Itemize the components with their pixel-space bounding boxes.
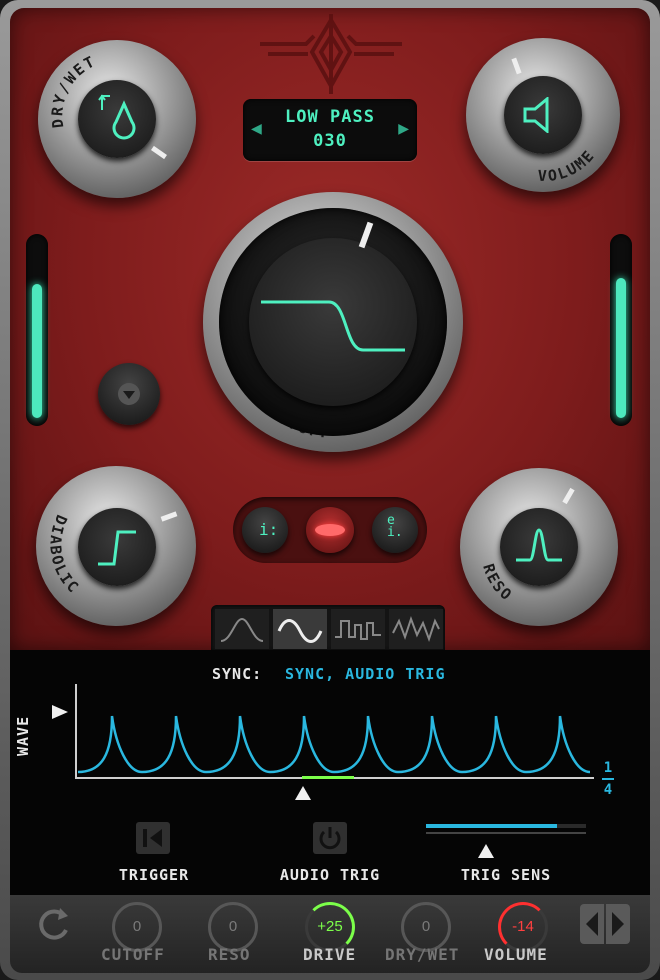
triangle-down-icon	[118, 383, 140, 405]
mode-left-button[interactable]: i:	[242, 507, 288, 553]
step-curve-icon	[98, 530, 136, 566]
logo-icon	[260, 14, 402, 94]
mode-center-button[interactable]	[306, 507, 354, 553]
wave-tab-noise[interactable]	[389, 609, 443, 649]
macro-label-dry-wet: DRY/WET	[385, 945, 460, 964]
preset-name: LOW PASS	[285, 107, 375, 127]
diabolic-knob[interactable]: DIABOLIC	[36, 466, 196, 626]
trig-sens-fill	[426, 824, 558, 828]
sine-wave-icon	[277, 619, 323, 643]
power-icon	[319, 827, 341, 850]
macro-value-cutoff: 0	[132, 918, 142, 935]
square-wave-icon	[335, 620, 381, 640]
dry-wet-drop-icon	[98, 94, 136, 140]
audio-trig-button[interactable]	[313, 822, 347, 854]
prev-icon	[586, 912, 598, 936]
mode-right-button[interactable]: e i.	[372, 507, 418, 553]
macro-value-volume: -14	[512, 918, 534, 935]
trigger-icon	[143, 829, 162, 847]
triangle-wave-icon	[220, 617, 264, 642]
rate-numerator: 1	[603, 760, 613, 776]
svg-text:DIABOLIC: DIABOLIC	[46, 512, 83, 597]
menu-dropdown-button[interactable]	[98, 363, 160, 425]
rate-fraction[interactable]: 1 4	[600, 758, 616, 800]
trig-sens-slider[interactable]	[426, 824, 586, 836]
preset-number: 030	[313, 131, 347, 151]
next-page-button[interactable]	[606, 904, 630, 944]
preset-display[interactable]: ◀ ▶ LOW PASS 030	[243, 99, 417, 161]
right-level-meter	[610, 234, 632, 426]
peak-curve-icon	[516, 528, 562, 562]
wave-side-label: WAVE	[14, 715, 32, 756]
left-level-meter	[26, 234, 48, 426]
wave-level-marker[interactable]	[50, 703, 70, 721]
wave-tab-triangle[interactable]	[215, 609, 269, 649]
wave-tab-sine[interactable]	[273, 609, 327, 649]
trig-sens-label: TRIG SENS	[460, 866, 552, 884]
audio-trig-label: AUDIO TRIG	[279, 866, 381, 884]
wave-tab-square[interactable]	[331, 609, 385, 649]
mode-button-group: i: e i.	[233, 497, 427, 563]
lfo-waveform-graph[interactable]	[74, 680, 594, 790]
macro-label-reso: RESO	[208, 945, 251, 964]
lips-icon	[315, 524, 345, 536]
cutoff-knob[interactable]: CUTOFF	[203, 192, 463, 452]
macro-label-cutoff: CUTOFF	[101, 945, 165, 964]
mode-left-icon: i:	[259, 520, 279, 539]
prev-page-button[interactable]	[580, 904, 604, 944]
rate-denominator: 4	[603, 782, 613, 798]
macro-value-drive: +25	[317, 918, 343, 935]
volume-knob[interactable]: VOLUME	[466, 38, 620, 192]
next-icon	[612, 912, 624, 936]
lowpass-curve-icon	[261, 300, 405, 352]
reso-knob[interactable]: RESO	[460, 468, 618, 626]
mode-right-icon: e i.	[387, 513, 403, 540]
trigger-button[interactable]	[136, 822, 170, 854]
macro-label-volume: VOLUME	[484, 945, 548, 964]
macro-value-reso: 0	[228, 918, 238, 935]
macro-value-dry-wet: 0	[421, 918, 431, 935]
dry-wet-knob[interactable]: DRY/WET	[38, 40, 196, 198]
trig-sens-marker[interactable]	[476, 842, 496, 860]
macro-label-drive: DRIVE	[303, 945, 357, 964]
reset-icon[interactable]	[34, 904, 74, 944]
noise-wave-icon	[392, 616, 440, 642]
wave-shape-tabs	[211, 605, 445, 651]
trigger-label: TRIGGER	[118, 866, 190, 884]
speaker-icon	[523, 97, 549, 133]
position-marker[interactable]	[293, 784, 313, 802]
